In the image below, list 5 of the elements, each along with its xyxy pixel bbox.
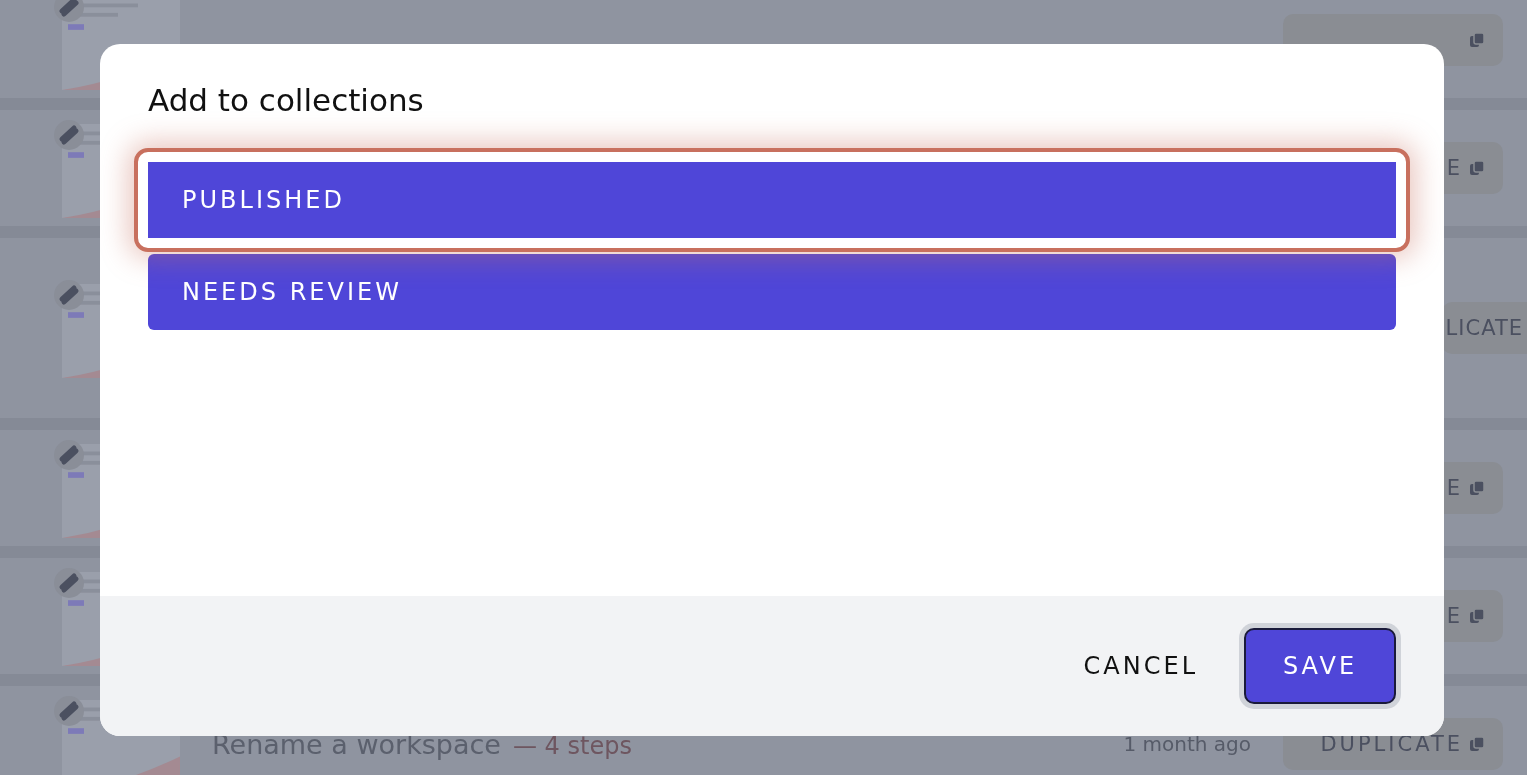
dialog-title: Add to collections bbox=[148, 82, 425, 118]
guide-age: 1 month ago bbox=[1123, 732, 1251, 756]
step-count: — 4 steps bbox=[513, 731, 632, 760]
collection-option[interactable]: PUBLISHED bbox=[134, 148, 1410, 252]
cancel-button[interactable]: CANCEL bbox=[1077, 651, 1204, 681]
